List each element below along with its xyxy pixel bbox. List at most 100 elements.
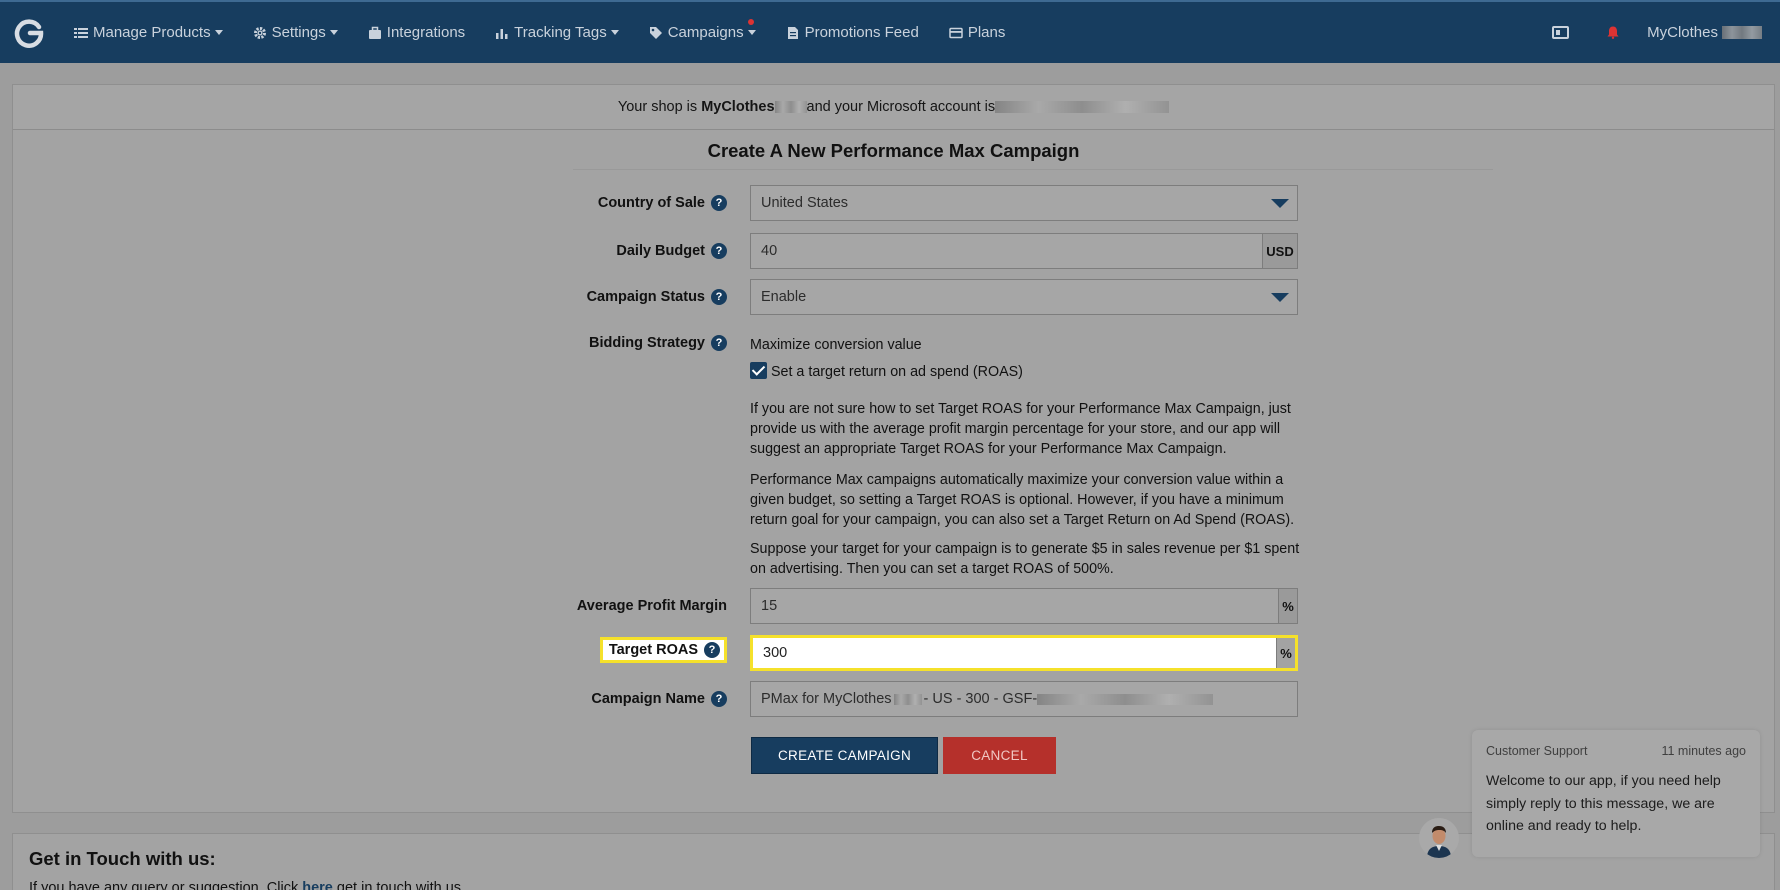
- nav-tracking-tags[interactable]: Tracking Tags: [495, 24, 619, 41]
- chevron-down-icon: [610, 30, 619, 35]
- caret-down-icon: [1271, 199, 1289, 208]
- nav-label: Promotions Feed: [804, 24, 919, 41]
- percent-addon: %: [1278, 589, 1297, 623]
- contact-link[interactable]: here: [302, 880, 333, 890]
- agent-avatar-icon: [1419, 818, 1459, 858]
- help-icon[interactable]: ?: [711, 691, 727, 707]
- nav-label: Plans: [967, 24, 1006, 41]
- list-icon: [74, 27, 88, 38]
- bell-icon[interactable]: [1607, 26, 1619, 39]
- top-navbar: Manage Products Settings Integrations Tr…: [0, 0, 1780, 63]
- chat-header: Customer Support 11 minutes ago: [1486, 744, 1746, 758]
- chevron-down-icon: [747, 30, 756, 35]
- chat-popup[interactable]: Customer Support 11 minutes ago Welcome …: [1472, 730, 1760, 857]
- roas-label: Target ROAS ?: [599, 637, 727, 663]
- roas-checkbox-row[interactable]: Set a target return on ad spend (ROAS): [750, 362, 1300, 382]
- label-text: Country of Sale: [597, 195, 705, 211]
- shop-info-middle: and your Microsoft account is: [806, 99, 996, 115]
- nav-settings[interactable]: Settings: [253, 24, 338, 41]
- status-select[interactable]: Enable: [750, 279, 1298, 315]
- help-icon[interactable]: ?: [704, 642, 720, 658]
- help-paragraph-1: If you are not sure how to set Target RO…: [750, 401, 1291, 457]
- input-value: 15: [761, 598, 778, 614]
- margin-input[interactable]: 15 %: [750, 588, 1298, 624]
- shop-info-prefix: Your shop is: [617, 99, 698, 115]
- support-avatar[interactable]: [1419, 818, 1459, 858]
- credit-card-icon: [949, 27, 963, 38]
- input-value-prefix: PMax for MyClothes: [761, 691, 892, 707]
- roas-checkbox[interactable]: [750, 362, 767, 379]
- help-icon[interactable]: ?: [711, 243, 727, 259]
- navbar-right: MyClothes: [1552, 2, 1780, 63]
- redacted-text: [774, 101, 807, 113]
- budget-label: Daily Budget ?: [616, 243, 727, 259]
- redacted-account: [995, 101, 1170, 113]
- select-value: Enable: [761, 289, 807, 305]
- help-icon[interactable]: ?: [711, 289, 727, 305]
- notification-dot: [747, 19, 754, 25]
- nav-label: Campaigns: [667, 24, 744, 41]
- label-text: Bidding Strategy: [588, 335, 705, 351]
- app-logo[interactable]: [14, 18, 44, 48]
- user-name: MyClothes: [1647, 24, 1718, 41]
- campaign-name-input[interactable]: PMax for MyClothes - US - 300 - GSF-: [750, 681, 1298, 717]
- campaign-form-card: Your shop is MyClothes and your Microsof…: [12, 84, 1775, 813]
- label-text: Daily Budget: [616, 243, 705, 259]
- contact-text-before: If you have any query or suggestion. Cli…: [29, 880, 299, 890]
- status-label: Campaign Status ?: [587, 289, 727, 305]
- contact-text-after: get in touch with us.: [336, 880, 466, 890]
- bidding-label: Bidding Strategy ?: [589, 335, 727, 351]
- help-icon[interactable]: ?: [711, 195, 727, 211]
- country-label: Country of Sale ?: [598, 195, 727, 211]
- chevron-down-icon: [214, 30, 223, 35]
- shop-info-bar: Your shop is MyClothes and your Microsof…: [13, 85, 1774, 130]
- label-text: Target ROAS: [608, 642, 698, 658]
- chat-sender: Customer Support: [1486, 744, 1588, 758]
- nav-label: Integrations: [386, 24, 466, 41]
- nav-label: Manage Products: [93, 24, 211, 41]
- gear-icon: [253, 26, 266, 39]
- nav-campaigns[interactable]: Campaigns: [649, 19, 756, 41]
- input-value: 40: [761, 243, 778, 259]
- create-campaign-button[interactable]: CREATE CAMPAIGN: [751, 737, 938, 774]
- nav-plans[interactable]: Plans: [949, 24, 1006, 41]
- nav-manage-products[interactable]: Manage Products: [74, 24, 223, 41]
- shop-name: MyClothes: [701, 99, 775, 115]
- g-logo-icon: [14, 18, 44, 48]
- id-card-icon[interactable]: [1552, 26, 1570, 39]
- nav-integrations[interactable]: Integrations: [368, 24, 465, 41]
- chat-time: 11 minutes ago: [1661, 744, 1746, 758]
- currency-addon: USD: [1262, 234, 1297, 268]
- percent-addon: %: [1276, 638, 1295, 668]
- budget-input[interactable]: 40 USD: [750, 233, 1298, 269]
- bar-chart-icon: [496, 28, 508, 39]
- tag-icon: [649, 26, 662, 39]
- chevron-down-icon: [329, 30, 338, 35]
- help-paragraph-2: Performance Max campaigns automatically …: [750, 472, 1295, 528]
- nav-label: Settings: [271, 24, 326, 41]
- caret-down-icon: [1271, 293, 1289, 302]
- briefcase-icon: [368, 26, 381, 39]
- chat-message: Welcome to our app, if you need help sim…: [1486, 773, 1721, 834]
- bidding-value: Maximize conversion value: [750, 337, 922, 353]
- page-title: Create A New Performance Max Campaign: [707, 140, 1080, 161]
- redacted-text: [1037, 693, 1214, 705]
- user-menu[interactable]: MyClothes: [1647, 24, 1762, 41]
- margin-label: Average Profit Margin: [576, 598, 727, 614]
- help-paragraph-3: Suppose your target for your campaign is…: [750, 541, 1300, 577]
- nav-label: Tracking Tags: [514, 24, 607, 41]
- input-value: 300: [763, 645, 788, 661]
- nav-promotions-feed[interactable]: Promotions Feed: [786, 24, 919, 41]
- roas-checkbox-label: Set a target return on ad spend (ROAS): [771, 364, 1023, 380]
- cancel-button[interactable]: CANCEL: [943, 737, 1056, 774]
- file-icon: [787, 26, 798, 39]
- label-text: Campaign Status: [586, 289, 705, 305]
- country-select[interactable]: United States: [750, 185, 1298, 221]
- label-text: Campaign Name: [591, 691, 705, 707]
- select-value: United States: [761, 195, 849, 211]
- title-divider: [573, 169, 1493, 170]
- help-icon[interactable]: ?: [711, 335, 727, 351]
- redacted-text: [1722, 26, 1762, 39]
- target-roas-input[interactable]: 300 %: [750, 635, 1298, 671]
- redacted-text: [893, 693, 922, 705]
